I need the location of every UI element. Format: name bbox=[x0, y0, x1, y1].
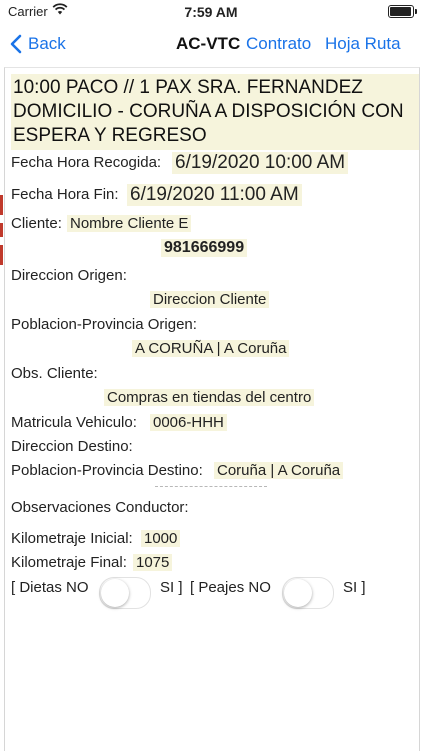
navigation-bar: Back AC-VTC Contrato Hoja Ruta bbox=[0, 24, 422, 64]
direccion-origen-label: Direccion Origen: bbox=[11, 267, 127, 284]
dietas-si-label: SI ] bbox=[160, 579, 183, 596]
cliente-value: Nombre Cliente E bbox=[67, 215, 192, 232]
status-bar: Carrier 7:59 AM bbox=[0, 0, 422, 24]
matricula-value: 0006-HHH bbox=[150, 414, 227, 431]
fecha-recogida-value: 6/19/2020 10:00 AM bbox=[172, 152, 349, 174]
cliente-label: Cliente: bbox=[11, 215, 62, 232]
back-button[interactable]: Back bbox=[10, 34, 66, 54]
hoja-ruta-button[interactable]: Hoja Ruta bbox=[325, 34, 401, 54]
peajes-no-label: [ Peajes NO bbox=[190, 579, 271, 596]
poblacion-origen-value: A CORUÑA | A Coruña bbox=[132, 340, 290, 357]
km-final-label: Kilometraje Final: bbox=[11, 554, 127, 571]
contrato-button[interactable]: Contrato bbox=[246, 34, 311, 54]
obs-conductor-label: Observaciones Conductor: bbox=[11, 499, 189, 516]
obs-cliente-value: Compras en tiendas del centro bbox=[104, 389, 315, 406]
poblacion-destino-value: Coruña | A Coruña bbox=[214, 462, 344, 479]
obs-cliente-label: Obs. Cliente: bbox=[11, 365, 98, 382]
chevron-left-icon bbox=[10, 34, 22, 54]
battery-level bbox=[390, 7, 411, 16]
poblacion-origen-label: Poblacion-Provincia Origen: bbox=[11, 316, 197, 333]
dietas-no-label: [ Dietas NO bbox=[11, 579, 89, 596]
peajes-si-label: SI ] bbox=[343, 579, 366, 596]
direccion-destino-label: Direccion Destino: bbox=[11, 438, 133, 455]
nav-title: AC-VTC bbox=[176, 34, 241, 53]
direccion-origen-value: Direccion Cliente bbox=[150, 291, 270, 308]
km-final-value[interactable]: 1075 bbox=[133, 554, 173, 571]
km-inicial-label: Kilometraje Inicial: bbox=[11, 530, 133, 547]
dietas-toggle[interactable] bbox=[99, 577, 151, 609]
poblacion-destino-label: Poblacion-Provincia Destino: bbox=[11, 462, 203, 479]
peajes-toggle[interactable] bbox=[282, 577, 334, 609]
back-label: Back bbox=[28, 34, 66, 53]
battery-icon bbox=[388, 5, 417, 18]
section-divider bbox=[155, 486, 267, 487]
status-time: 7:59 AM bbox=[184, 4, 238, 20]
toggle-knob bbox=[101, 579, 129, 607]
telefono-value[interactable]: 981666999 bbox=[161, 239, 248, 257]
service-detail-panel: 10:00 PACO // 1 PAX SRA. FERNANDEZ DOMIC… bbox=[4, 67, 420, 751]
toggle-knob bbox=[284, 579, 312, 607]
fecha-fin-label: Fecha Hora Fin: bbox=[11, 186, 119, 203]
fecha-recogida-label: Fecha Hora Recogida: bbox=[11, 154, 162, 171]
fecha-fin-value: 6/19/2020 11:00 AM bbox=[127, 184, 302, 206]
km-inicial-value[interactable]: 1000 bbox=[141, 530, 181, 547]
matricula-label: Matricula Vehiculo: bbox=[11, 414, 137, 431]
service-summary: 10:00 PACO // 1 PAX SRA. FERNANDEZ DOMIC… bbox=[11, 74, 419, 150]
